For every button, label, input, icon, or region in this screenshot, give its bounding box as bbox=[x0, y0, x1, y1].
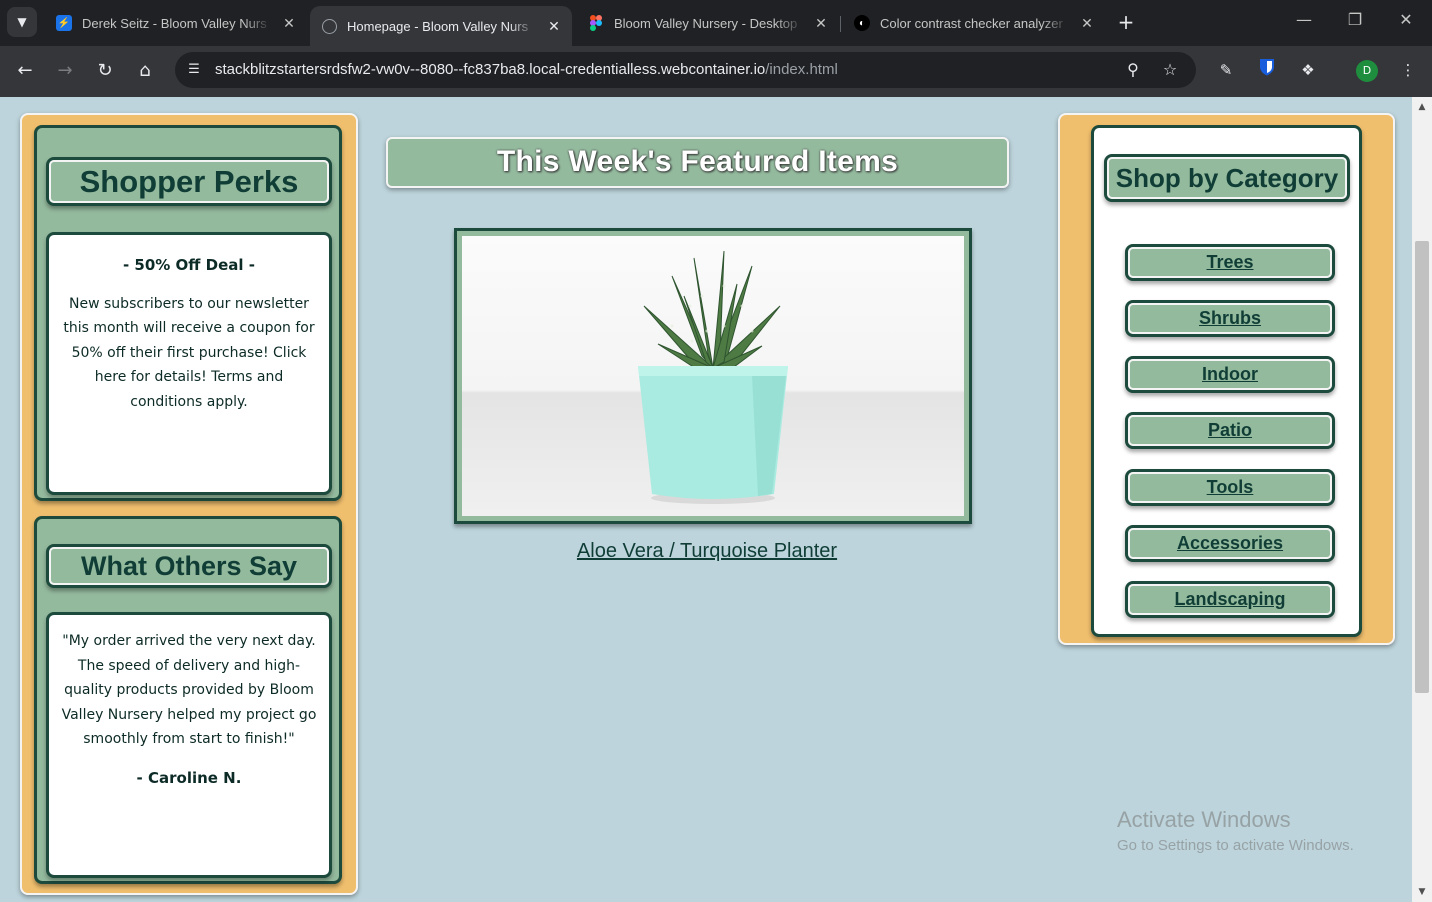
arrow-left-icon: ← bbox=[17, 60, 33, 81]
category-link-landscaping[interactable]: Landscaping bbox=[1125, 581, 1335, 618]
bolt-icon: ⚡ bbox=[56, 15, 72, 31]
shopper-perks-panel: Shopper Perks - 50% Off Deal - New subsc… bbox=[34, 125, 342, 501]
featured-items-heading: This Week's Featured Items bbox=[386, 137, 1009, 188]
windows-activation-watermark: Activate Windows Go to Settings to activ… bbox=[1117, 807, 1354, 854]
contrast-icon: ◐ bbox=[854, 15, 870, 31]
new-tab-button[interactable]: + bbox=[1114, 10, 1138, 34]
category-link-shrubs[interactable]: Shrubs bbox=[1125, 300, 1335, 337]
extensions-puzzle-icon[interactable]: ❖ bbox=[1296, 58, 1320, 82]
url-host: stackblitzstartersrdsfw2-vw0v--8080--fc8… bbox=[215, 61, 766, 78]
activate-windows-subtitle: Go to Settings to activate Windows. bbox=[1117, 837, 1354, 854]
page-viewport: Shopper Perks - 50% Off Deal - New subsc… bbox=[0, 97, 1412, 902]
aloe-plant-image[interactable] bbox=[462, 236, 964, 516]
browser-tab-1[interactable]: ⚡ Derek Seitz - Bloom Valley Nurs ✕ bbox=[44, 6, 306, 40]
tab-title: Color contrast checker analyzer bbox=[880, 15, 1063, 31]
scrollbar-thumb[interactable] bbox=[1415, 241, 1429, 693]
category-panel: Shop by Category Trees Shrubs Indoor Pat… bbox=[1091, 125, 1362, 637]
deal-heading: - 50% Off Deal - bbox=[122, 256, 256, 274]
featured-product-frame[interactable] bbox=[454, 228, 972, 524]
testimonial-card: "My order arrived the very next day. The… bbox=[46, 612, 332, 878]
arrow-right-icon: → bbox=[57, 60, 73, 81]
globe-icon bbox=[322, 18, 337, 34]
minimize-button[interactable]: — bbox=[1284, 10, 1324, 29]
restore-button[interactable]: ❐ bbox=[1335, 10, 1375, 29]
featured-product-link[interactable]: Aloe Vera / Turquoise Planter bbox=[454, 540, 960, 563]
bookmark-star-icon[interactable]: ☆ bbox=[1160, 60, 1180, 80]
url-path: /index.html bbox=[765, 61, 838, 78]
url-text[interactable]: stackblitzstartersrdsfw2-vw0v--8080--fc8… bbox=[215, 61, 838, 78]
shop-by-category-title: Shop by Category bbox=[1104, 154, 1350, 202]
tab-search-button[interactable]: ▼ bbox=[7, 7, 37, 37]
browser-tab-3[interactable]: Bloom Valley Nursery - Desktop ✕ bbox=[576, 6, 838, 40]
tab-separator bbox=[840, 16, 841, 32]
tab-title: Homepage - Bloom Valley Nurs bbox=[347, 18, 529, 34]
reload-icon: ↻ bbox=[97, 60, 113, 81]
testimonial-quote: "My order arrived the very next day. The… bbox=[61, 633, 317, 747]
window-close-button[interactable]: ✕ bbox=[1386, 10, 1426, 29]
category-sidebar: Shop by Category Trees Shrubs Indoor Pat… bbox=[1058, 113, 1395, 645]
deal-text[interactable]: New subscribers to our newsletter this m… bbox=[58, 292, 320, 415]
close-icon[interactable]: ✕ bbox=[812, 15, 830, 32]
category-link-trees[interactable]: Trees bbox=[1125, 244, 1335, 281]
close-icon[interactable]: ✕ bbox=[280, 15, 298, 32]
close-icon[interactable]: ✕ bbox=[1078, 15, 1096, 32]
chevron-down-icon: ▼ bbox=[17, 15, 27, 29]
vertical-scrollbar[interactable]: ▲ ▼ bbox=[1412, 97, 1432, 902]
tab-strip: ▼ ⚡ Derek Seitz - Bloom Valley Nurs ✕ Ho… bbox=[0, 0, 1432, 46]
home-button[interactable]: ⌂ bbox=[132, 58, 158, 84]
activate-windows-title: Activate Windows bbox=[1117, 807, 1291, 832]
reload-button[interactable]: ↻ bbox=[92, 58, 118, 84]
category-link-accessories[interactable]: Accessories bbox=[1125, 525, 1335, 562]
bitwarden-shield-icon[interactable] bbox=[1255, 58, 1279, 82]
shopper-perks-title: Shopper Perks bbox=[46, 157, 332, 206]
category-link-tools[interactable]: Tools bbox=[1125, 469, 1335, 506]
back-button[interactable]: ← bbox=[12, 58, 38, 84]
browser-toolbar: ← → ↻ ⌂ ☰ stackblitzstartersrdsfw2-vw0v-… bbox=[0, 46, 1432, 97]
category-link-patio[interactable]: Patio bbox=[1125, 412, 1335, 449]
testimonials-panel: What Others Say "My order arrived the ve… bbox=[34, 516, 342, 884]
scroll-down-arrow-icon[interactable]: ▼ bbox=[1416, 886, 1428, 898]
close-icon[interactable]: ✕ bbox=[545, 18, 563, 35]
deal-card[interactable]: - 50% Off Deal - New subscribers to our … bbox=[46, 232, 332, 495]
address-bar[interactable]: ☰ stackblitzstartersrdsfw2-vw0v--8080--f… bbox=[175, 52, 1196, 88]
browser-tab-4[interactable]: ◐ Color contrast checker analyzer ✕ bbox=[842, 6, 1104, 40]
zoom-icon[interactable]: ⚲ bbox=[1123, 60, 1143, 80]
forward-button[interactable]: → bbox=[52, 58, 78, 84]
what-others-say-title: What Others Say bbox=[46, 544, 332, 588]
home-icon: ⌂ bbox=[139, 60, 151, 81]
browser-tab-2-active[interactable]: Homepage - Bloom Valley Nurs ✕ bbox=[310, 6, 572, 46]
extension-pen-icon[interactable]: ✎ bbox=[1214, 58, 1238, 82]
category-link-indoor[interactable]: Indoor bbox=[1125, 356, 1335, 393]
tab-title: Derek Seitz - Bloom Valley Nurs bbox=[82, 15, 267, 31]
left-sidebar: Shopper Perks - 50% Off Deal - New subsc… bbox=[20, 113, 358, 895]
site-settings-icon[interactable]: ☰ bbox=[185, 61, 203, 79]
testimonial-author: - Caroline N. bbox=[136, 768, 242, 787]
tab-title: Bloom Valley Nursery - Desktop bbox=[614, 15, 798, 31]
profile-avatar[interactable]: D bbox=[1356, 60, 1378, 82]
scroll-up-arrow-icon[interactable]: ▲ bbox=[1416, 101, 1428, 113]
menu-kebab-icon[interactable]: ⋮ bbox=[1396, 58, 1420, 82]
figma-icon bbox=[588, 15, 604, 31]
